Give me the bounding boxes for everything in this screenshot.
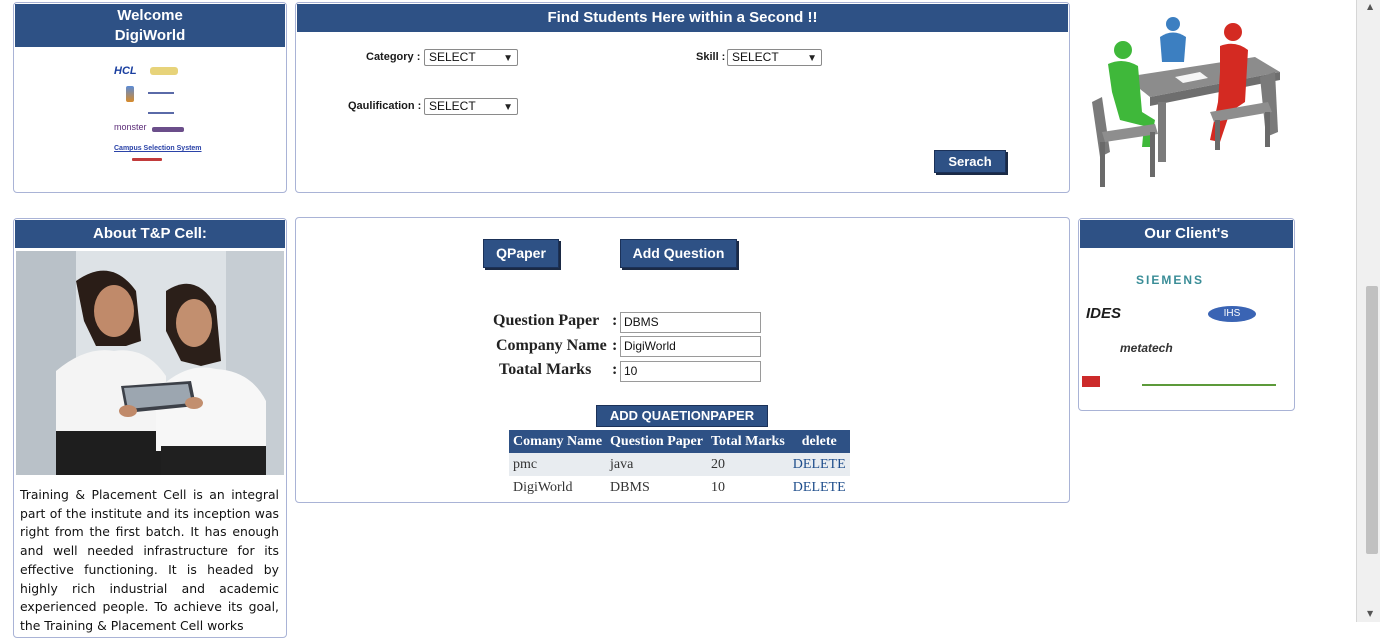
table-row: pmc java 20 DELETE [509, 453, 850, 476]
welcome-logos: HCL monster Campus Selection System [110, 62, 202, 172]
search-header: Find Students Here within a Second !! [297, 4, 1068, 32]
chevron-down-icon: ▼ [807, 53, 817, 64]
about-photo [16, 251, 284, 475]
chevron-down-icon: ▼ [503, 53, 513, 64]
client-logo-red [1082, 376, 1100, 387]
chevron-down-icon: ▼ [503, 102, 513, 113]
about-header: About T&P Cell: [15, 220, 285, 248]
question-paper-colon: : [612, 312, 618, 329]
about-text: Training & Placement Cell is an integral… [20, 487, 279, 633]
scrollbar-thumb[interactable] [1366, 286, 1378, 554]
skill-select[interactable]: SELECT ▼ [727, 49, 822, 66]
cell-total-marks: 10 [711, 479, 725, 495]
monster-sub-logo [152, 127, 184, 132]
delete-link[interactable]: DELETE [788, 453, 850, 476]
cell-company: pmc [509, 453, 607, 476]
delete-link[interactable]: DELETE [789, 476, 850, 499]
question-paper-input[interactable]: DBMS [620, 312, 761, 333]
hcl-sub-logo [150, 67, 178, 75]
ides-logo: IDES [1086, 305, 1122, 322]
table-row: DigiWorld DBMS 10 DELETE [509, 476, 850, 499]
search-button[interactable]: Serach [934, 150, 1006, 173]
company-name-input[interactable]: DigiWorld [620, 336, 761, 357]
add-question-button[interactable]: Add Question [620, 239, 737, 268]
campus-tagline [132, 158, 162, 161]
monster-logo: monster [114, 122, 147, 132]
scroll-up-icon[interactable]: ▲ [1367, 2, 1373, 11]
interview-illustration [1080, 2, 1292, 192]
add-question-paper-button[interactable]: ADD QUAETIONPAPER [596, 405, 768, 427]
metatech-logo: metatech [1120, 341, 1173, 355]
qpaper-button[interactable]: QPaper [483, 239, 559, 268]
question-paper-label: Question Paper [493, 312, 600, 329]
cell-total-marks: 20 [707, 453, 789, 476]
company-name-label: Company Name [496, 337, 607, 354]
category-select[interactable]: SELECT ▼ [424, 49, 518, 66]
cell-question-paper: java [606, 453, 707, 476]
table-header-row: Comany Name Question Paper Total Marks d… [509, 430, 850, 453]
cell-company: DigiWorld [513, 479, 573, 495]
clients-header: Our Client's [1080, 220, 1293, 248]
question-paper-table: Comany Name Question Paper Total Marks d… [509, 430, 850, 499]
welcome-header: Welcome DigiWorld [15, 4, 285, 47]
campus-selection-logo: Campus Selection System [114, 145, 202, 152]
col-question-paper: Question Paper [606, 430, 707, 453]
tcs-logo [148, 92, 174, 114]
total-marks-colon: : [612, 361, 618, 378]
tata-logo [126, 86, 134, 102]
cell-question-paper: DBMS [610, 479, 650, 495]
total-marks-input[interactable]: 10 [620, 361, 761, 382]
company-name-colon: : [612, 337, 618, 354]
scroll-down-icon[interactable]: ▼ [1367, 609, 1373, 618]
qualification-select[interactable]: SELECT ▼ [424, 98, 518, 115]
qualification-label: Qaulification : [348, 100, 422, 112]
ihs-logo: IHS [1208, 306, 1256, 322]
col-company-name: Comany Name [509, 430, 607, 453]
welcome-title-line1: Welcome [117, 7, 183, 24]
skill-label: Skill : [696, 51, 726, 63]
hcl-logo: HCL [114, 65, 137, 77]
siemens-logo: SIEMENS [1136, 273, 1205, 287]
category-label: Category : [366, 51, 421, 63]
col-delete: delete [788, 430, 850, 453]
col-total-marks: Total Marks [707, 430, 789, 453]
client-logo-green [1142, 375, 1276, 386]
welcome-title-line2: DigiWorld [114, 27, 186, 44]
clients-logos: SIEMENS IDES IHS metatech [1080, 256, 1293, 406]
total-marks-label: Toatal Marks [499, 361, 592, 378]
